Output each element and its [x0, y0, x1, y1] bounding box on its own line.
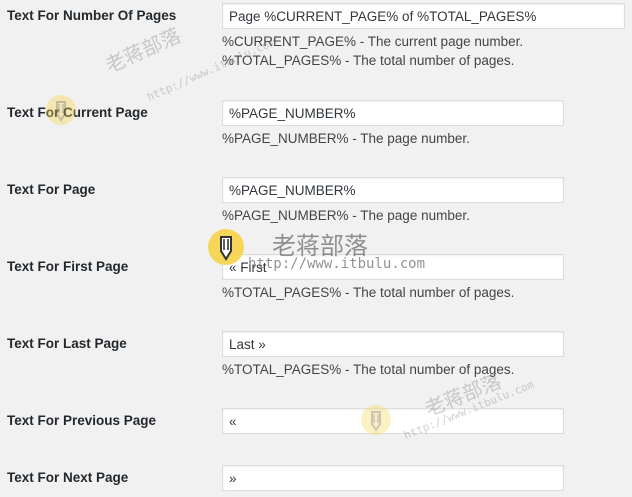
label-number-of-pages: Text For Number Of Pages — [7, 8, 177, 23]
label-page: Text For Page — [7, 182, 96, 197]
next-page-input[interactable] — [222, 465, 564, 491]
last-page-input[interactable] — [222, 331, 564, 357]
label-current-page: Text For Current Page — [7, 105, 148, 120]
last-page-description: %TOTAL_PAGES% - The total number of page… — [222, 362, 515, 377]
first-page-input[interactable] — [222, 254, 564, 280]
page-input[interactable] — [222, 177, 564, 203]
current-page-input[interactable] — [222, 100, 564, 126]
number-of-pages-description-total: %TOTAL_PAGES% - The total number of page… — [222, 53, 515, 68]
watermark-site-name: 老蒋部落 — [101, 23, 185, 78]
number-of-pages-input[interactable] — [222, 3, 625, 29]
label-previous-page: Text For Previous Page — [7, 413, 157, 428]
page-description: %PAGE_NUMBER% - The page number. — [222, 208, 470, 223]
first-page-description: %TOTAL_PAGES% - The total number of page… — [222, 285, 515, 300]
label-first-page: Text For First Page — [7, 259, 129, 274]
previous-page-input[interactable] — [222, 408, 564, 434]
label-next-page: Text For Next Page — [7, 470, 129, 485]
number-of-pages-description-current: %CURRENT_PAGE% - The current page number… — [222, 34, 524, 49]
label-last-page: Text For Last Page — [7, 336, 127, 351]
current-page-description: %PAGE_NUMBER% - The page number. — [222, 131, 470, 146]
